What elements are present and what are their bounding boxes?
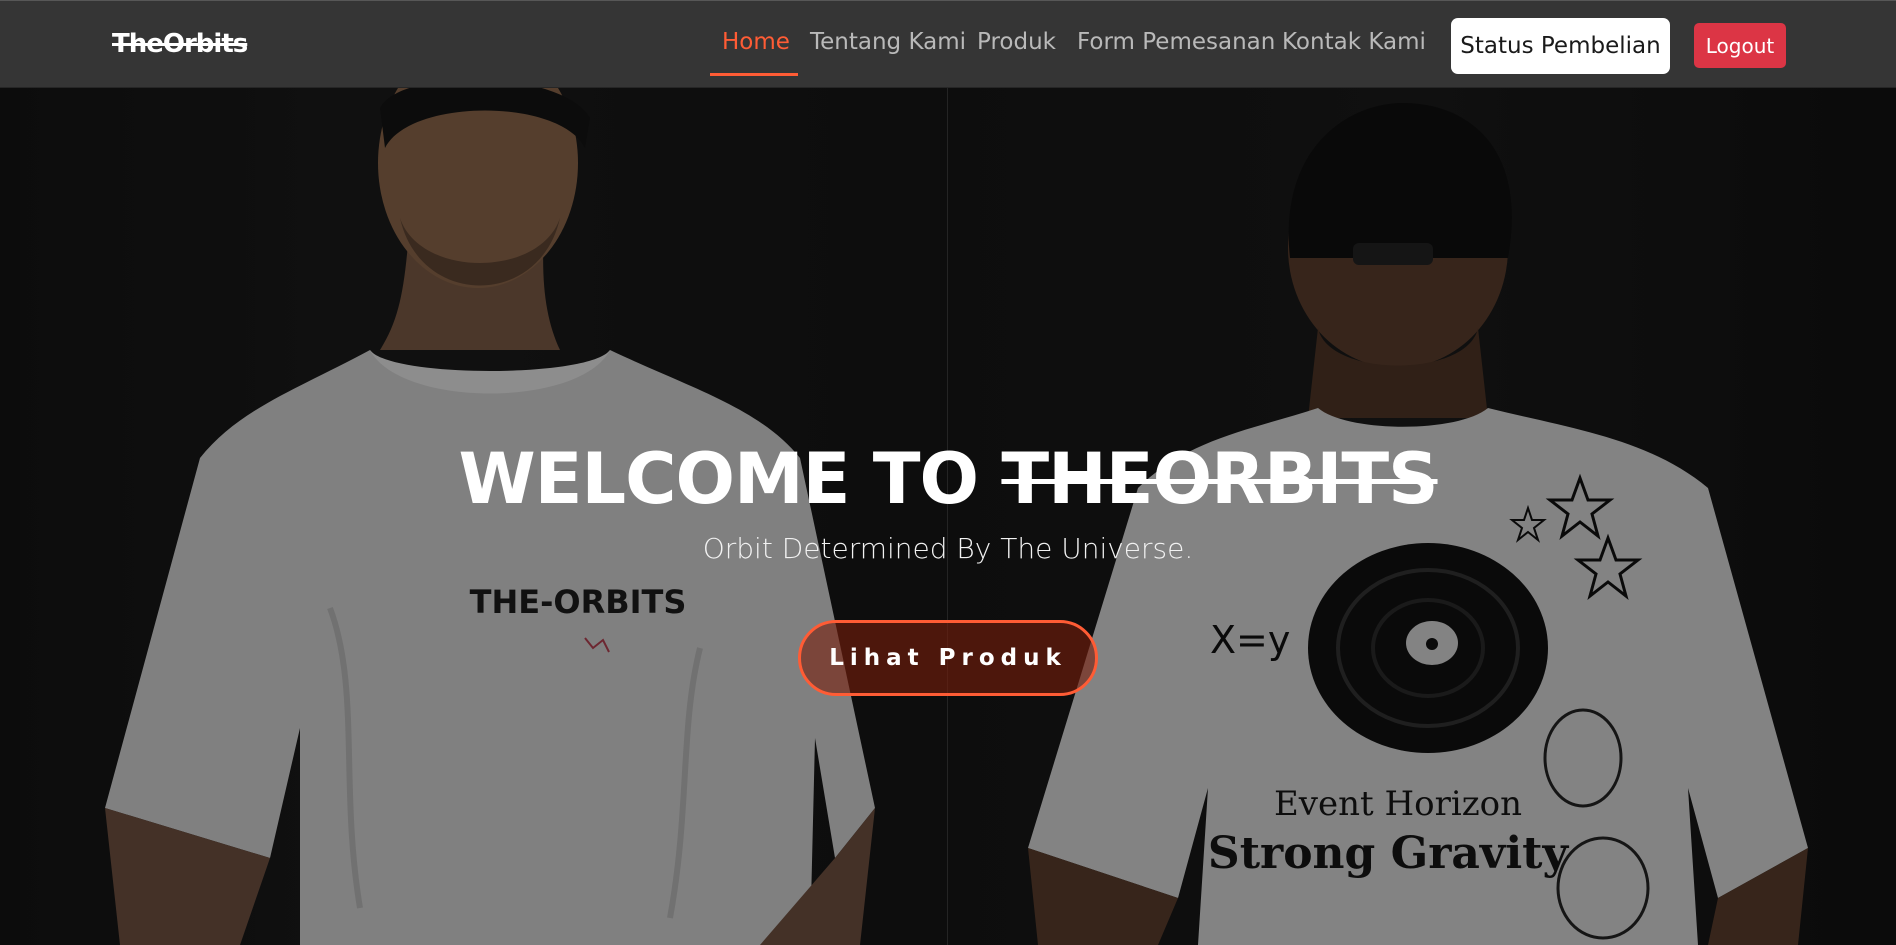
status-pembelian-button[interactable]: Status Pembelian [1451, 18, 1670, 74]
hero-title-prefix: WELCOME TO [458, 438, 1002, 520]
hero-title-brand: THEORBITS [1001, 438, 1438, 520]
hero-title: WELCOME TO THEORBITS [0, 438, 1896, 520]
active-nav-indicator [710, 73, 798, 76]
navbar: TheOrbits Home Tentang Kami Produk Form … [0, 0, 1896, 88]
nav-link-produk[interactable]: Produk [977, 29, 1056, 55]
svg-text:X=y: X=y [1210, 618, 1290, 662]
logout-button[interactable]: Logout [1694, 23, 1786, 68]
nav-link-tentang-kami[interactable]: Tentang Kami [810, 29, 966, 55]
svg-text:Strong Gravity: Strong Gravity [1208, 828, 1570, 879]
nav-link-home[interactable]: Home [722, 29, 790, 55]
nav-link-kontak-kami[interactable]: Kontak Kami [1282, 29, 1426, 55]
svg-text:Event Horizon: Event Horizon [1274, 784, 1522, 824]
hero-subtitle: Orbit Determined By The Universe. [702, 532, 1194, 565]
svg-text:THE-ORBITS: THE-ORBITS [470, 583, 687, 621]
lihat-produk-button[interactable]: Lihat Produk [798, 620, 1098, 696]
nav-link-form-pemesanan[interactable]: Form Pemesanan [1077, 29, 1275, 55]
hero-section: THE-ORBITS X=y Event Horizon Strong Grav… [0, 88, 1896, 945]
